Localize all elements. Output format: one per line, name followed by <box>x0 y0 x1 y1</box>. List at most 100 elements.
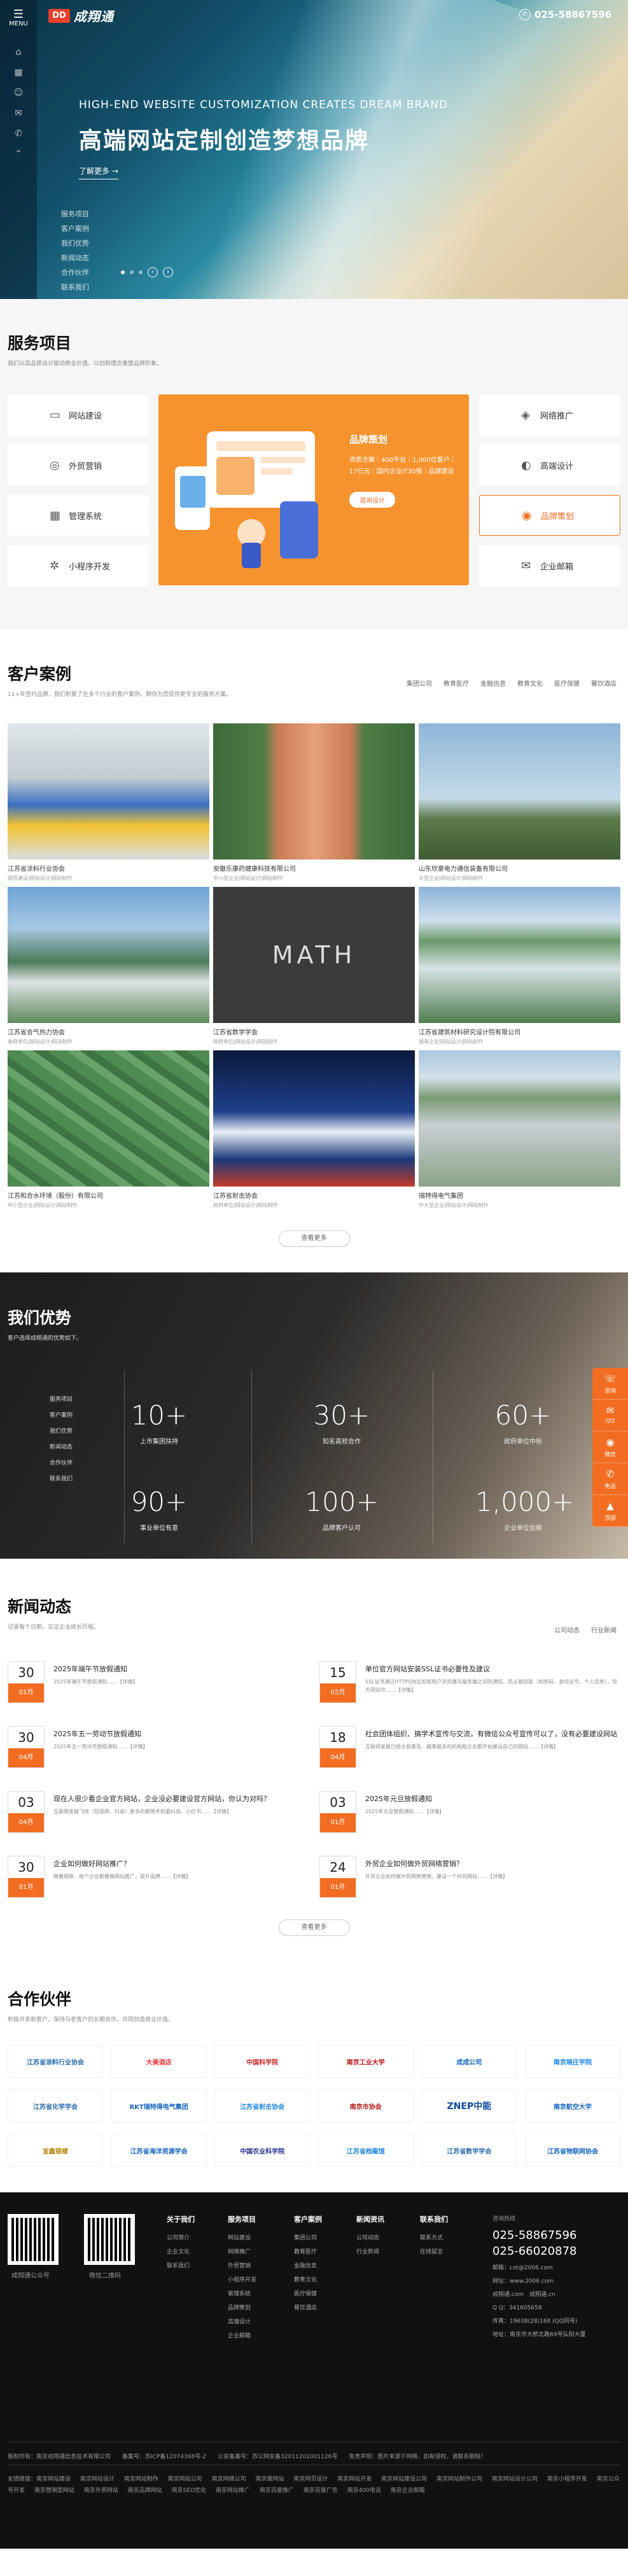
footer-link[interactable]: 医疗保健 <box>294 2289 322 2297</box>
footer-link[interactable]: 企业文化 <box>167 2247 195 2255</box>
adv-nav-item[interactable]: 服务项目 <box>50 1395 73 1403</box>
friend-link[interactable]: 南京企业邮箱 <box>391 2488 425 2494</box>
partner-logo[interactable]: 成成公司 <box>421 2045 517 2078</box>
case-card[interactable]: 瑞特得电气集团 中大型企业|网站设计|网站制作 <box>419 1050 620 1209</box>
service-promo[interactable]: ◈ 网络推广 <box>479 394 620 435</box>
friend-link[interactable]: 友情链接：南京网站建设 <box>8 2476 71 2482</box>
footer-link[interactable]: 高端设计 <box>228 2317 256 2325</box>
friend-link[interactable]: 南京做网站 <box>255 2476 284 2482</box>
top-icon[interactable]: ⌃ <box>0 149 37 159</box>
friend-link[interactable]: 南京网络公司 <box>212 2476 246 2482</box>
news-tab[interactable]: 公司动态 <box>554 1625 580 1634</box>
partner-logo[interactable]: 宜鑫银楼 <box>8 2134 103 2167</box>
footer-link[interactable]: 在线留言 <box>420 2247 448 2255</box>
news-item[interactable]: 18 04月 社会团体组织、搞学术宣传与交流，有微信公众号宣传可以了，没有必要建设网… <box>319 1726 620 1768</box>
hero-more-link[interactable]: 了解更多 → <box>79 165 118 179</box>
adv-nav-item[interactable]: 客户案例 <box>50 1410 73 1419</box>
partner-logo[interactable]: 中国农业科学院 <box>214 2134 311 2167</box>
case-tab[interactable]: 教育医疗 <box>443 678 469 688</box>
hero-nav-item[interactable]: 合作伙伴 <box>61 267 89 277</box>
home-icon[interactable]: ⌂ <box>0 47 37 57</box>
news-item[interactable]: 30 04月 2025年五一劳动节放假通知 2025年五一劳动节放假通知……【详情】 <box>8 1726 308 1768</box>
slide-dot[interactable] <box>121 270 125 274</box>
footer-link[interactable]: 外贸营销 <box>228 2261 256 2269</box>
consult-button[interactable]: 咨询设计 <box>349 492 395 508</box>
partner-logo[interactable]: 江苏省射击协会 <box>214 2089 311 2122</box>
footer-link[interactable]: 管理系统 <box>228 2289 256 2297</box>
footer-link[interactable]: 行业新闻 <box>356 2247 384 2255</box>
case-card[interactable]: 江苏省射击协会 政府单位|网站设计|网站制作 <box>213 1050 415 1209</box>
case-tab[interactable]: 医疗保健 <box>554 678 580 688</box>
partner-logo[interactable]: 江苏省化学学会 <box>8 2089 103 2122</box>
friend-link[interactable]: 南京营销型网站 <box>34 2488 74 2494</box>
footer-link[interactable]: 联系方式 <box>420 2233 448 2241</box>
footer-link[interactable]: 公司简介 <box>167 2233 195 2241</box>
friend-link[interactable]: 南京400电话 <box>347 2488 381 2494</box>
footer-link[interactable]: 公司动态 <box>356 2233 384 2241</box>
partner-logo[interactable]: ZNEP中能 <box>421 2089 517 2122</box>
news-more-button[interactable]: 查看更多 <box>278 1919 350 1936</box>
adv-nav-item[interactable]: 我们优势 <box>50 1426 73 1435</box>
footer-link[interactable]: 餐饮酒店 <box>294 2303 322 2311</box>
float-wechat-button[interactable]: ◉ 微信 <box>592 1431 628 1463</box>
menu-button[interactable]: ☰ MENU <box>0 0 37 37</box>
partner-logo[interactable]: 南京晓庄学院 <box>524 2045 620 2078</box>
float-consult-button[interactable]: ☏ 咨询 <box>592 1368 628 1400</box>
footer-link[interactable]: 联系我们 <box>167 2261 195 2269</box>
footer-link[interactable]: 品牌策划 <box>228 2303 256 2311</box>
chat-icon[interactable]: ✉ <box>0 108 37 118</box>
case-tab[interactable]: 集团公司 <box>407 678 432 688</box>
news-item[interactable]: 03 01月 2025年元旦放假通知 2025年元旦放假通知……【详情】 <box>319 1791 620 1833</box>
hero-nav-item[interactable]: 客户案例 <box>61 223 89 233</box>
partner-logo[interactable]: 江苏省涂料行业协会 <box>8 2045 103 2078</box>
case-card[interactable]: 山东欣豪电力通信装备有限公司 大型企业|网站设计|网站制作 <box>419 723 620 882</box>
friend-link[interactable]: 南京网站开发 <box>337 2476 372 2482</box>
friend-link[interactable]: 南京网页设计 <box>293 2476 328 2482</box>
case-tab[interactable]: 教育文化 <box>517 678 543 688</box>
service-brand[interactable]: ◉ 品牌策划 <box>479 495 620 536</box>
footer-link[interactable]: 小程序开发 <box>228 2275 256 2283</box>
news-tab[interactable]: 行业新闻 <box>591 1625 617 1634</box>
news-item[interactable]: 30 01月 2025年端午节放假通知 2025年端午节放假通知……【详情】 <box>8 1661 308 1703</box>
friend-link[interactable]: 南京SEO优化 <box>172 2488 206 2494</box>
news-item[interactable]: 15 02月 单位官方网站安装SSL证书必要性及建议 SSL证书通过HTTPS协议加密… <box>319 1661 620 1703</box>
friend-link[interactable]: 南京品牌网站 <box>128 2488 162 2494</box>
news-item[interactable]: 24 01月 外贸企业如何做外贸网络营销？ 外贸企业如何做外贸网络营销，建设一个好的网… <box>319 1856 620 1898</box>
partner-logo[interactable]: 南京工业大学 <box>317 2045 414 2078</box>
hero-nav-item[interactable]: 联系我们 <box>61 282 89 292</box>
news-item[interactable]: 03 04月 现在人很少看企业官方网站，企业没必要建设官方网站，你认为对吗？ 互联网发… <box>8 1791 308 1833</box>
footer-link[interactable]: 金融信息 <box>294 2261 322 2269</box>
case-card[interactable]: 江苏省合气热力协会 政府单位|网站设计|网站制作 <box>8 887 209 1045</box>
case-card[interactable]: 江苏和合水环境（股份）有限公司 中小型企业|网站设计|网站制作 <box>8 1050 209 1209</box>
case-tab[interactable]: 餐饮酒店 <box>591 678 617 688</box>
prev-arrow-icon[interactable]: ‹ <box>148 267 158 277</box>
friend-link[interactable]: 南京网站设计 <box>80 2476 115 2482</box>
friend-link[interactable]: 南京网站设计公司 <box>492 2476 538 2482</box>
service-design[interactable]: ◐ 高端设计 <box>479 445 620 485</box>
next-arrow-icon[interactable]: › <box>163 267 173 277</box>
adv-nav-item[interactable]: 合作伙伴 <box>50 1458 73 1466</box>
partner-logo[interactable]: 江苏省海洋资源学会 <box>111 2134 207 2167</box>
partner-logo[interactable]: 南京市协会 <box>317 2089 414 2122</box>
service-system[interactable]: ▦ 管理系统 <box>8 495 149 536</box>
friend-link[interactable]: 南京网站建设公司 <box>381 2476 427 2482</box>
adv-nav-item[interactable]: 联系我们 <box>50 1474 73 1482</box>
partner-logo[interactable]: 南京航空大学 <box>524 2089 620 2122</box>
footer-link[interactable]: 网络推广 <box>228 2247 256 2255</box>
case-card[interactable]: 江苏省涂料行业协会 网页建设|网站设计|网站制作 <box>8 723 209 882</box>
friend-link[interactable]: 南京百度广告 <box>304 2488 338 2494</box>
friend-link[interactable]: 南京百度推广 <box>260 2488 294 2494</box>
grid-icon[interactable]: ▦ <box>0 67 37 78</box>
footer-link[interactable]: 企业邮箱 <box>228 2331 256 2339</box>
friend-link[interactable]: 南京网站公司 <box>168 2476 202 2482</box>
partner-logo[interactable]: 江苏省档案馆 <box>317 2134 414 2167</box>
friend-link[interactable]: 南京外贸网站 <box>84 2488 118 2494</box>
footer-link[interactable]: 集团公司 <box>294 2233 322 2241</box>
footer-link[interactable]: 网站建设 <box>228 2233 256 2241</box>
friend-link[interactable]: 南京网站制作公司 <box>436 2476 482 2482</box>
float-qq-button[interactable]: ✉ QQ <box>592 1400 628 1431</box>
slide-dot[interactable] <box>139 270 143 274</box>
float-top-button[interactable]: ▲ 顶部 <box>592 1495 628 1527</box>
footer-link[interactable]: 教育文化 <box>294 2275 322 2283</box>
cases-more-button[interactable]: 查看更多 <box>278 1230 350 1247</box>
